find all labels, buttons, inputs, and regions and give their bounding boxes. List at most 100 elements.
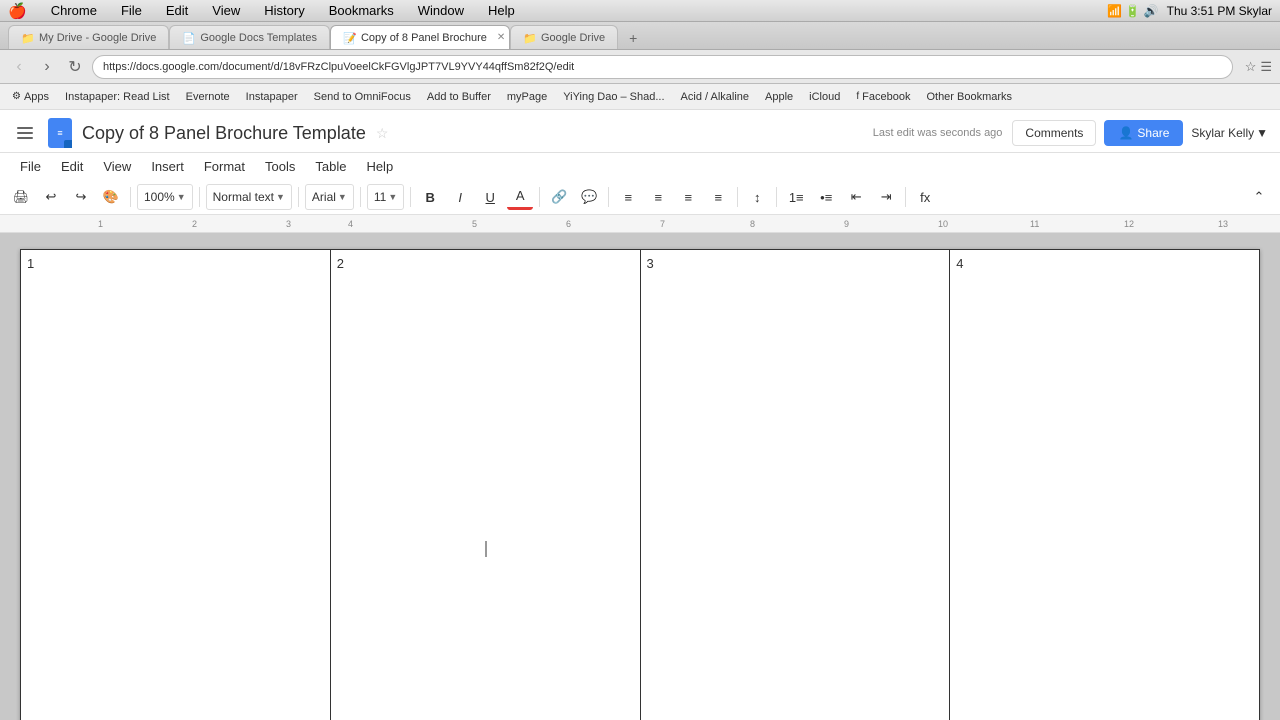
menu-item-edit[interactable]: Edit — [53, 155, 91, 178]
new-tab-button[interactable]: + — [622, 27, 644, 49]
menu-view[interactable]: View — [208, 3, 244, 18]
table-cell-3[interactable]: 3 — [640, 250, 950, 720]
bookmark-apple[interactable]: Apple — [759, 89, 799, 105]
zoom-dropdown[interactable]: 100% ▼ — [137, 184, 193, 210]
bookmark-apps[interactable]: ⚙ Apps — [6, 89, 55, 105]
table-cell-1[interactable]: 1 — [21, 250, 331, 720]
bookmark-icloud[interactable]: iCloud — [803, 89, 846, 105]
tab-label-1: My Drive - Google Drive — [39, 32, 156, 44]
separator-9 — [776, 187, 777, 207]
formula-button[interactable]: fx — [912, 184, 938, 210]
align-justify-button[interactable]: ≡ — [705, 184, 731, 210]
font-size-dropdown[interactable]: 11 ▼ — [367, 184, 404, 210]
url-bar[interactable]: https://docs.google.com/document/d/18vFR… — [92, 55, 1233, 79]
bookmark-label-12: Other Bookmarks — [926, 91, 1012, 103]
hamburger-menu-icon[interactable] — [12, 120, 38, 146]
bookmark-instapaper-read[interactable]: Instapaper: Read List — [59, 89, 176, 105]
bookmark-evernote[interactable]: Evernote — [180, 89, 236, 105]
mac-menubar: 🍎 Chrome File Edit View History Bookmark… — [0, 0, 1280, 22]
insert-comment-button[interactable]: 💬 — [576, 184, 602, 210]
menu-chrome[interactable]: Chrome — [47, 3, 101, 18]
main-content[interactable]: 1 2 3 4 — [0, 233, 1280, 720]
font-dropdown[interactable]: Arial ▼ — [305, 184, 354, 210]
tab-google-drive-1[interactable]: 📁 My Drive - Google Drive — [8, 25, 169, 49]
back-button[interactable]: ‹ — [8, 56, 30, 78]
bulleted-list-button[interactable]: •≡ — [813, 184, 839, 210]
toolbar: 🖨 ↩ ↪ 🎨 100% ▼ Normal text ▼ Arial ▼ 11 — [0, 180, 1280, 215]
bookmark-instapaper[interactable]: Instapaper — [240, 89, 304, 105]
redo-button[interactable]: ↪ — [68, 184, 94, 210]
bookmark-mypage[interactable]: myPage — [501, 89, 553, 105]
menu-file[interactable]: File — [117, 3, 146, 18]
tab-favicon-1: 📁 — [21, 32, 33, 44]
bookmark-acid[interactable]: Acid / Alkaline — [675, 89, 755, 105]
comments-button[interactable]: Comments — [1012, 120, 1096, 146]
apple-icon[interactable]: 🍎 — [8, 2, 27, 20]
align-right-button[interactable]: ≡ — [675, 184, 701, 210]
ruler-inner: 1 2 3 4 5 6 7 8 9 10 11 12 13 — [0, 215, 1280, 232]
bookmark-buffer[interactable]: Add to Buffer — [421, 89, 497, 105]
menu-item-insert[interactable]: Insert — [143, 155, 192, 178]
menu-help[interactable]: Help — [484, 3, 519, 18]
star-icon[interactable]: ☆ — [376, 125, 389, 142]
bookmark-label-6: myPage — [507, 91, 547, 103]
chrome-window: 📁 My Drive - Google Drive 📄 Google Docs … — [0, 22, 1280, 720]
table-cell-4[interactable]: 4 — [950, 250, 1260, 720]
tab-google-drive-2[interactable]: 📁 Google Drive — [510, 25, 618, 49]
bookmark-facebook[interactable]: f Facebook — [850, 89, 916, 105]
menu-item-table[interactable]: Table — [307, 155, 354, 178]
reload-button[interactable]: ↻ — [64, 56, 86, 78]
menu-item-file[interactable]: File — [12, 155, 49, 178]
cell-number-1: 1 — [27, 256, 34, 271]
menu-edit[interactable]: Edit — [162, 3, 192, 18]
menu-item-view[interactable]: View — [95, 155, 139, 178]
insert-link-button[interactable]: 🔗 — [546, 184, 572, 210]
forward-button[interactable]: › — [36, 56, 58, 78]
menu-item-format[interactable]: Format — [196, 155, 253, 178]
bookmark-label-1: Instapaper: Read List — [65, 91, 170, 103]
undo-button[interactable]: ↩ — [38, 184, 64, 210]
user-name: Skylar Kelly — [1191, 126, 1254, 140]
share-button[interactable]: 👤 Share — [1104, 120, 1183, 146]
align-left-button[interactable]: ≡ — [615, 184, 641, 210]
menu-history[interactable]: History — [260, 3, 308, 18]
text-color-button[interactable]: A — [507, 184, 533, 210]
url-text: https://docs.google.com/document/d/18vFR… — [103, 61, 574, 73]
align-center-button[interactable]: ≡ — [645, 184, 671, 210]
paint-format-button[interactable]: 🎨 — [98, 184, 124, 210]
menu-item-tools[interactable]: Tools — [257, 155, 303, 178]
tab-google-docs-templates[interactable]: 📄 Google Docs Templates — [169, 25, 330, 49]
menu-item-help[interactable]: Help — [358, 155, 401, 178]
numbered-list-button[interactable]: 1≡ — [783, 184, 809, 210]
tab-brochure-active[interactable]: 📝 Copy of 8 Panel Brochure ✕ — [330, 25, 510, 49]
doc-page[interactable]: 1 2 3 4 — [20, 249, 1260, 720]
increase-indent-button[interactable]: ⇥ — [873, 184, 899, 210]
separator-4 — [360, 187, 361, 207]
bookmark-other[interactable]: Other Bookmarks — [920, 89, 1018, 105]
system-icons: 📶 🔋 🔊 — [1107, 4, 1159, 18]
clock: Thu 3:51 PM Skylar — [1167, 4, 1272, 18]
user-info[interactable]: Skylar Kelly ▼ — [1191, 126, 1268, 140]
italic-button[interactable]: I — [447, 184, 473, 210]
bookmark-yiying[interactable]: YiYing Dao – Shad... — [557, 89, 670, 105]
zoom-chevron: ▼ — [177, 192, 186, 202]
decrease-indent-button[interactable]: ⇤ — [843, 184, 869, 210]
table-cell-2[interactable]: 2 — [330, 250, 640, 720]
facebook-icon: f — [856, 91, 859, 102]
bookmark-label-5: Add to Buffer — [427, 91, 491, 103]
text-cursor — [486, 541, 487, 557]
underline-button[interactable]: U — [477, 184, 503, 210]
chrome-settings-icon[interactable]: ☰ — [1260, 59, 1272, 75]
document-title[interactable]: Copy of 8 Panel Brochure Template — [82, 123, 366, 144]
menu-bookmarks[interactable]: Bookmarks — [325, 3, 398, 18]
bookmark-omnifocus[interactable]: Send to OmniFocus — [308, 89, 417, 105]
collapse-toolbar-button[interactable]: ⌃ — [1246, 184, 1272, 210]
bookmark-star-icon[interactable]: ☆ — [1245, 59, 1257, 75]
bold-button[interactable]: B — [417, 184, 443, 210]
tab-close-button[interactable]: ✕ — [497, 32, 505, 43]
style-dropdown[interactable]: Normal text ▼ — [206, 184, 292, 210]
line-spacing-button[interactable]: ↕ — [744, 184, 770, 210]
print-button[interactable]: 🖨 — [8, 184, 34, 210]
menu-window[interactable]: Window — [414, 3, 468, 18]
svg-text:4: 4 — [348, 219, 353, 229]
